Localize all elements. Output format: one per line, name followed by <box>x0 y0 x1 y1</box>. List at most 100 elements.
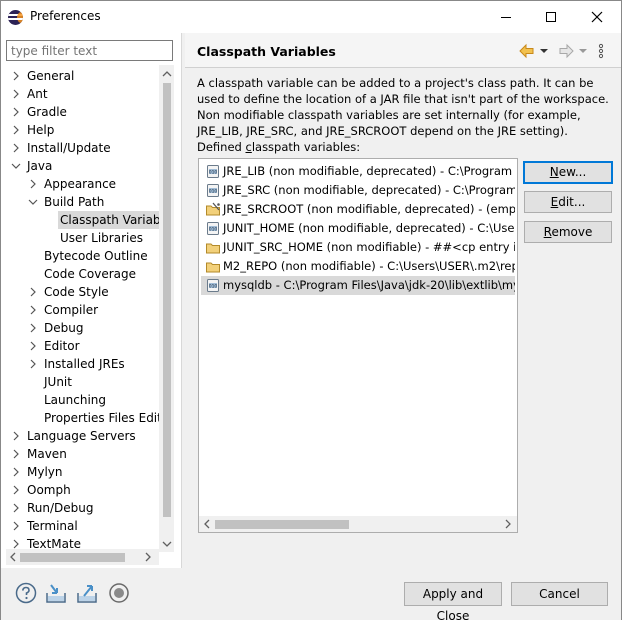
view-menu-icon[interactable] <box>597 42 605 60</box>
scroll-thumb[interactable] <box>163 83 171 517</box>
tree-item[interactable]: User Libraries <box>1 229 159 247</box>
tree-item[interactable]: Java <box>1 157 159 175</box>
back-arrow-icon[interactable] <box>518 42 536 60</box>
variable-row[interactable]: 010 JRE_SRC (non modifiable, deprecated) … <box>201 181 515 200</box>
tree-item-label: Debug <box>44 321 84 335</box>
chevron-down-icon[interactable] <box>11 161 21 171</box>
chevron-right-icon[interactable] <box>28 359 38 369</box>
tree-item[interactable]: Ant <box>1 85 159 103</box>
chevron-right-icon[interactable] <box>11 89 21 99</box>
tree-item[interactable]: Build Path <box>1 193 159 211</box>
filter-input[interactable] <box>6 40 173 61</box>
chevron-right-icon[interactable] <box>11 485 21 495</box>
tree-item[interactable]: Debug <box>1 319 159 337</box>
new-button[interactable]: New... <box>523 161 613 184</box>
tree-item-label: Mylyn <box>27 465 63 479</box>
tree-item[interactable]: Run/Debug <box>1 499 159 517</box>
chevron-right-icon[interactable] <box>11 125 21 135</box>
tree-item[interactable]: Language Servers <box>1 427 159 445</box>
tree-item-label: Bytecode Outline <box>44 249 148 263</box>
forward-arrow-icon[interactable] <box>557 42 575 60</box>
tree-item[interactable]: TextMate <box>1 535 159 550</box>
chevron-right-icon[interactable] <box>11 467 21 477</box>
label-text: lasspath variables: <box>251 140 361 154</box>
tree-item[interactable]: Terminal <box>1 517 159 535</box>
tree-item[interactable]: General <box>1 67 159 85</box>
maximize-button[interactable] <box>528 1 574 33</box>
chevron-right-icon[interactable] <box>11 107 21 117</box>
tree-vertical-scrollbar[interactable] <box>159 65 174 552</box>
variable-text: M2_REPO (non modifiable) - C:\Users\USER… <box>223 259 515 273</box>
scroll-thumb[interactable] <box>20 553 125 562</box>
chevron-right-icon[interactable] <box>11 71 21 81</box>
tree-item[interactable]: Bytecode Outline <box>1 247 159 265</box>
tree-horizontal-scrollbar[interactable] <box>6 549 159 565</box>
chevron-right-icon[interactable] <box>28 179 38 189</box>
tree-item[interactable]: Oomph <box>1 481 159 499</box>
scroll-right-icon[interactable] <box>143 552 153 562</box>
scroll-left-icon[interactable] <box>202 519 212 529</box>
chevron-right-icon[interactable] <box>11 431 21 441</box>
tree-item[interactable]: JUnit <box>1 373 159 391</box>
tree-item-label: Help <box>27 123 55 137</box>
chevron-right-icon[interactable] <box>28 305 38 315</box>
chevron-right-icon[interactable] <box>11 449 21 459</box>
tree-item-label: Appearance <box>44 177 117 191</box>
tree-item[interactable]: Properties Files Editor <box>1 409 159 427</box>
scroll-down-icon[interactable] <box>162 539 172 549</box>
classpath-variables-list[interactable]: 010 JRE_LIB (non modifiable, deprecated) … <box>198 158 518 533</box>
page-title: Classpath Variables <box>197 44 336 59</box>
forward-menu-chevron-icon[interactable] <box>578 42 588 60</box>
variable-row[interactable]: M2_REPO (non modifiable) - C:\Users\USER… <box>201 257 515 276</box>
chevron-down-icon[interactable] <box>28 197 38 207</box>
export-icon[interactable] <box>76 582 98 604</box>
tree-item[interactable]: Editor <box>1 337 159 355</box>
tree-item-label: Gradle <box>27 105 67 119</box>
tree-item[interactable]: Classpath Variables <box>58 211 159 229</box>
chevron-right-icon[interactable] <box>11 539 21 549</box>
variable-row[interactable]: JRE_SRCROOT (non modifiable, deprecated)… <box>201 200 515 219</box>
back-menu-chevron-icon[interactable] <box>539 42 549 60</box>
scroll-left-icon[interactable] <box>8 552 18 562</box>
minimize-button[interactable] <box>483 1 529 33</box>
tree-item[interactable]: Maven <box>1 445 159 463</box>
close-button[interactable] <box>574 1 620 33</box>
variable-row[interactable]: 010 JUNIT_HOME (non modifiable, deprecate… <box>201 219 515 238</box>
tree-item[interactable]: Install/Update <box>1 139 159 157</box>
tree-item[interactable]: Compiler <box>1 301 159 319</box>
tree-item[interactable]: Help <box>1 121 159 139</box>
variable-row[interactable]: 010 mysqldb - C:\Program Files\Java\jdk-2… <box>201 276 515 295</box>
tree-item-label: Language Servers <box>27 429 136 443</box>
tree-item[interactable]: Installed JREs <box>1 355 159 373</box>
chevron-right-icon[interactable] <box>11 521 21 531</box>
tree-item[interactable]: Mylyn <box>1 463 159 481</box>
chevron-right-icon[interactable] <box>28 341 38 351</box>
chevron-right-icon[interactable] <box>28 287 38 297</box>
scroll-right-icon[interactable] <box>503 519 513 529</box>
chevron-right-icon[interactable] <box>11 503 21 513</box>
tree-item[interactable]: Launching <box>1 391 159 409</box>
tree-item[interactable]: Code Style <box>1 283 159 301</box>
scroll-up-icon[interactable] <box>162 69 172 79</box>
record-icon[interactable] <box>108 582 130 604</box>
apply-and-close-button[interactable]: Apply and Close <box>404 582 502 620</box>
list-horizontal-scrollbar[interactable] <box>199 516 517 532</box>
maximize-icon <box>546 12 556 22</box>
remove-button[interactable]: Remove <box>524 221 612 243</box>
tree-item[interactable]: Gradle <box>1 103 159 121</box>
chevron-right-icon[interactable] <box>28 323 38 333</box>
tree-item[interactable]: Code Coverage <box>1 265 159 283</box>
chevron-right-icon[interactable] <box>11 143 21 153</box>
variable-row[interactable]: JUNIT_SRC_HOME (non modifiable) - ##<cp … <box>201 238 515 257</box>
eclipse-logo-icon <box>8 10 23 25</box>
tree-item-label: Install/Update <box>27 141 111 155</box>
help-icon[interactable] <box>15 582 37 604</box>
scroll-thumb[interactable] <box>215 520 349 529</box>
import-icon[interactable] <box>45 582 67 604</box>
tree-item-label: Properties Files Editor <box>44 411 159 425</box>
edit-button[interactable]: Edit... <box>524 191 612 213</box>
variable-row[interactable]: 010 JRE_LIB (non modifiable, deprecated) … <box>201 162 515 181</box>
cancel-button[interactable]: Cancel <box>511 582 608 606</box>
svg-text:010: 010 <box>209 283 218 289</box>
tree-item[interactable]: Appearance <box>1 175 159 193</box>
